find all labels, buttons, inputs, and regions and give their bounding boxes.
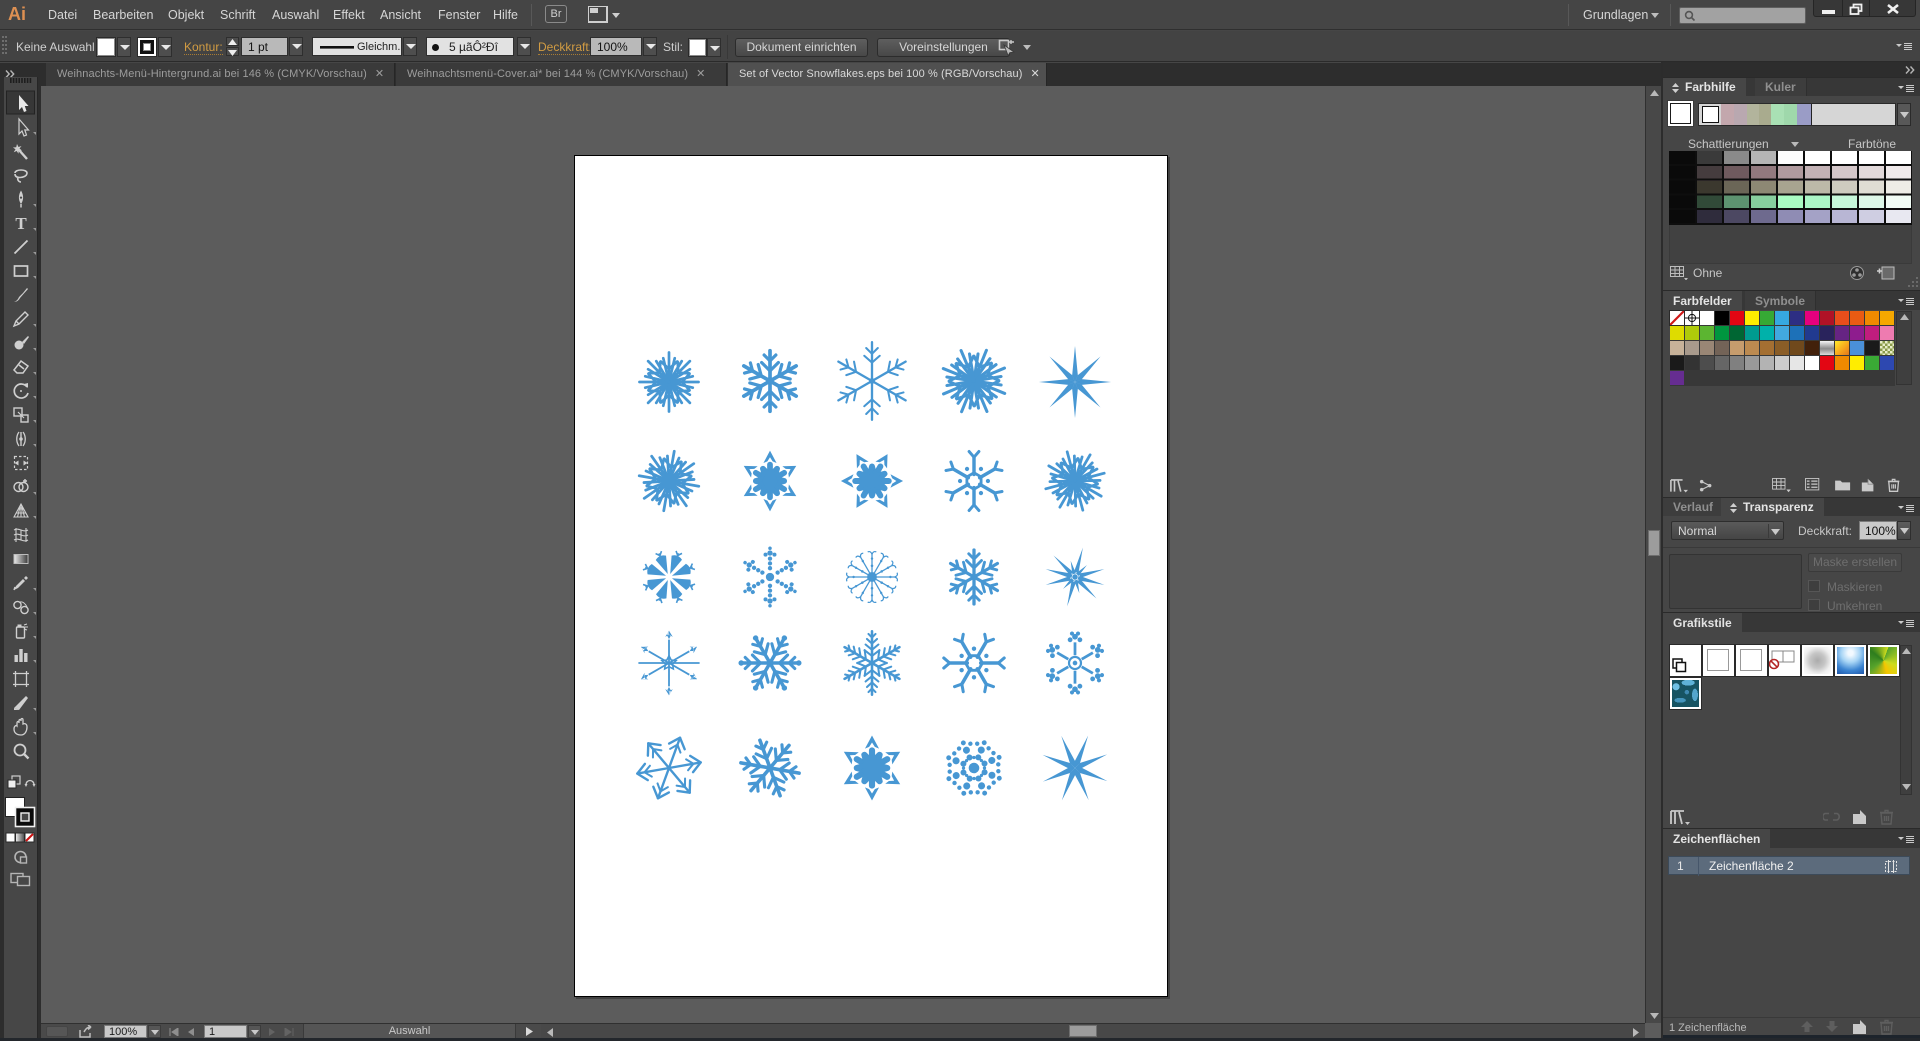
svg-text:T: T xyxy=(15,214,27,233)
